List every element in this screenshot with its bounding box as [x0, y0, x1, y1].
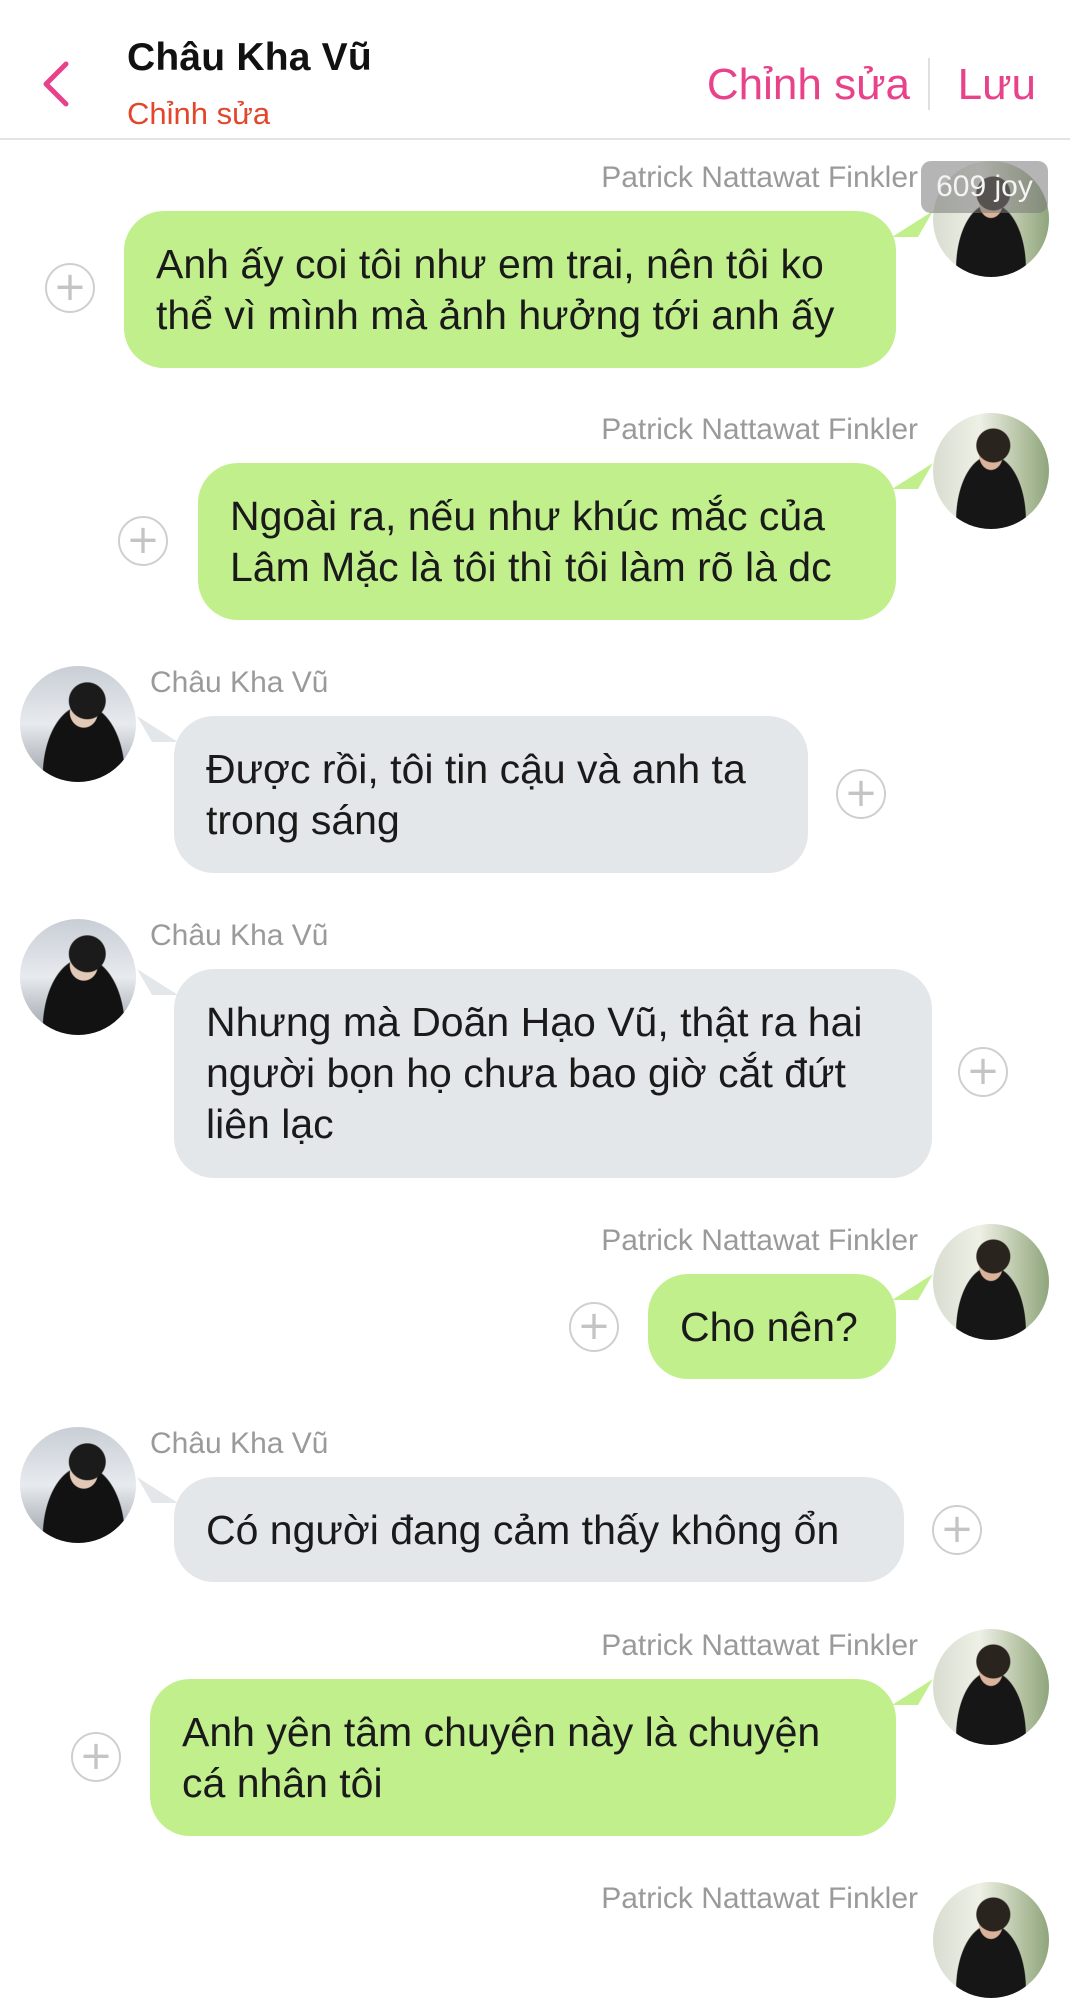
avatar[interactable]: [933, 1882, 1049, 1998]
message-bubble[interactable]: Có người đang cảm thấy không ổn: [174, 1477, 904, 1582]
avatar[interactable]: [933, 413, 1049, 529]
chat-header: Châu Kha Vũ Chỉnh sửa Chỉnh sửa Lưu: [0, 0, 1070, 140]
message-bubble[interactable]: Được rồi, tôi tin cậu và anh ta trong sá…: [174, 716, 808, 873]
sender-name: Châu Kha Vũ: [150, 919, 329, 952]
plus-circle-icon[interactable]: +: [569, 1302, 619, 1352]
edit-button[interactable]: Chỉnh sửa: [707, 60, 910, 110]
save-button[interactable]: Lưu: [958, 60, 1036, 110]
avatar[interactable]: [933, 1224, 1049, 1340]
plus-circle-icon[interactable]: +: [932, 1505, 982, 1555]
header-divider: [928, 58, 930, 110]
message-bubble[interactable]: Anh yên tâm chuyện này là chuyện cá nhân…: [150, 1679, 896, 1836]
sender-name: Patrick Nattawat Finkler: [601, 161, 918, 194]
message-bubble[interactable]: Nhưng mà Doãn Hạo Vũ, thật ra hai người …: [174, 969, 932, 1178]
sender-name: Patrick Nattawat Finkler: [601, 1882, 918, 1915]
plus-circle-icon[interactable]: +: [958, 1047, 1008, 1097]
chat-subtitle[interactable]: Chỉnh sửa: [127, 96, 270, 132]
avatar[interactable]: [20, 919, 136, 1035]
chat-title: Châu Kha Vũ: [127, 36, 372, 79]
avatar[interactable]: [20, 1427, 136, 1543]
plus-circle-icon[interactable]: +: [836, 769, 886, 819]
sender-name: Patrick Nattawat Finkler: [601, 413, 918, 446]
message-bubble[interactable]: Anh ấy coi tôi như em trai, nên tôi ko t…: [124, 211, 896, 368]
sender-name: Patrick Nattawat Finkler: [601, 1629, 918, 1662]
plus-circle-icon[interactable]: +: [71, 1732, 121, 1782]
avatar[interactable]: [20, 666, 136, 782]
sender-name: Châu Kha Vũ: [150, 666, 329, 699]
plus-circle-icon[interactable]: +: [45, 263, 95, 313]
chevron-left-icon: [43, 61, 69, 107]
back-button[interactable]: [36, 58, 76, 110]
message-bubble[interactable]: Cho nên?: [648, 1274, 896, 1379]
watermark-badge: 609 joy: [921, 161, 1048, 213]
plus-circle-icon[interactable]: +: [118, 516, 168, 566]
message-bubble[interactable]: Ngoài ra, nếu như khúc mắc của Lâm Mặc l…: [198, 463, 896, 620]
sender-name: Patrick Nattawat Finkler: [601, 1224, 918, 1257]
avatar[interactable]: [933, 1629, 1049, 1745]
sender-name: Châu Kha Vũ: [150, 1427, 329, 1460]
